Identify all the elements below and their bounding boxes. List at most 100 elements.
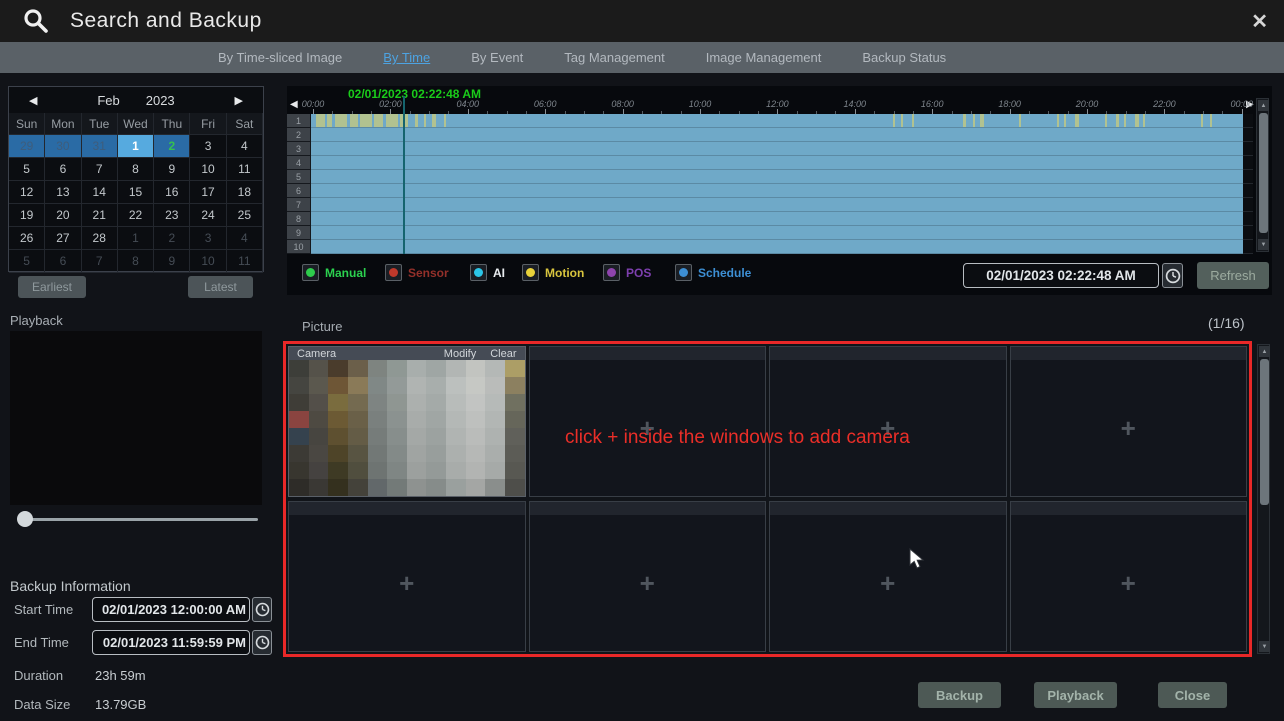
refresh-button[interactable]: Refresh — [1197, 262, 1269, 289]
scroll-up-icon[interactable]: ▲ — [1258, 100, 1269, 111]
scroll-down-icon[interactable]: ▼ — [1259, 641, 1270, 652]
camera-window-body[interactable]: + — [770, 515, 1006, 651]
legend-pos[interactable]: POS — [603, 264, 651, 281]
add-camera-plus-icon[interactable]: + — [399, 570, 414, 596]
calendar-date-11[interactable]: 11 — [227, 250, 263, 273]
channel-track-8[interactable] — [311, 212, 1243, 226]
calendar-date-19[interactable]: 19 — [9, 204, 45, 227]
timeline-scrollbar-thumb[interactable] — [1259, 113, 1268, 233]
channel-track-3[interactable] — [311, 142, 1243, 156]
calendar-date-31[interactable]: 31 — [82, 135, 118, 158]
calendar-date-9[interactable]: 9 — [154, 158, 190, 181]
calendar-date-3[interactable]: 3 — [190, 227, 226, 250]
legend-motion[interactable]: Motion — [522, 264, 584, 281]
calendar-date-4[interactable]: 4 — [227, 135, 263, 158]
channel-track-7[interactable] — [311, 198, 1243, 212]
calendar-date-28[interactable]: 28 — [82, 227, 118, 250]
clear-link[interactable]: Clear — [490, 348, 516, 360]
tab-by-time-sliced-image[interactable]: By Time-sliced Image — [218, 50, 342, 65]
legend-sensor[interactable]: Sensor — [385, 264, 449, 281]
end-time-input[interactable]: 02/01/2023 11:59:59 PM — [92, 630, 250, 655]
tab-backup-status[interactable]: Backup Status — [862, 50, 946, 65]
calendar-date-2[interactable]: 2 — [154, 135, 190, 158]
camera-window-7[interactable]: + — [769, 501, 1007, 652]
camera-window-body[interactable] — [289, 360, 525, 496]
camera-window-6[interactable]: + — [529, 501, 767, 652]
calendar-next-icon[interactable]: ▶ — [235, 94, 243, 107]
legend-schedule[interactable]: Schedule — [675, 264, 751, 281]
camera-window-body[interactable]: + — [1011, 360, 1247, 496]
camera-window-body[interactable]: + — [530, 515, 766, 651]
legend-manual[interactable]: Manual — [302, 264, 366, 281]
channel-track-4[interactable] — [311, 156, 1243, 170]
calendar-date-22[interactable]: 22 — [118, 204, 154, 227]
camera-window-body[interactable]: + — [1011, 515, 1247, 651]
calendar-date-12[interactable]: 12 — [9, 181, 45, 204]
calendar-date-16[interactable]: 16 — [154, 181, 190, 204]
close-icon[interactable]: ✕ — [1251, 9, 1268, 34]
channel-track-9[interactable] — [311, 226, 1243, 240]
start-time-clock-icon[interactable] — [252, 597, 272, 622]
search-datetime-clock-icon[interactable] — [1162, 263, 1183, 288]
tab-by-time[interactable]: By Time — [383, 50, 430, 65]
calendar-prev-icon[interactable]: ◀ — [29, 94, 37, 107]
camera-window-5[interactable]: + — [288, 501, 526, 652]
tab-tag-management[interactable]: Tag Management — [564, 50, 664, 65]
calendar-date-24[interactable]: 24 — [190, 204, 226, 227]
playback-slider-thumb[interactable] — [17, 511, 33, 527]
calendar-date-30[interactable]: 30 — [45, 135, 81, 158]
calendar-date-6[interactable]: 6 — [45, 158, 81, 181]
calendar-date-11[interactable]: 11 — [227, 158, 263, 181]
backup-button[interactable]: Backup — [918, 682, 1001, 708]
camera-window-1[interactable]: CameraModifyClear — [288, 346, 526, 497]
playback-slider-track[interactable] — [22, 518, 258, 521]
calendar-date-14[interactable]: 14 — [82, 181, 118, 204]
start-time-input[interactable]: 02/01/2023 12:00:00 AM — [92, 597, 250, 622]
calendar-date-18[interactable]: 18 — [227, 181, 263, 204]
calendar-date-1[interactable]: 1 — [118, 135, 154, 158]
calendar-date-26[interactable]: 26 — [9, 227, 45, 250]
calendar-date-8[interactable]: 8 — [118, 250, 154, 273]
calendar-date-4[interactable]: 4 — [227, 227, 263, 250]
playback-button[interactable]: Playback — [1034, 682, 1117, 708]
calendar-date-15[interactable]: 15 — [118, 181, 154, 204]
add-camera-plus-icon[interactable]: + — [1121, 415, 1136, 441]
channel-track-5[interactable] — [311, 170, 1243, 184]
calendar-date-7[interactable]: 7 — [82, 158, 118, 181]
calendar-date-21[interactable]: 21 — [82, 204, 118, 227]
calendar-date-3[interactable]: 3 — [190, 135, 226, 158]
calendar-date-10[interactable]: 10 — [190, 158, 226, 181]
channel-track-6[interactable] — [311, 184, 1243, 198]
calendar-date-29[interactable]: 29 — [9, 135, 45, 158]
latest-button[interactable]: Latest — [188, 276, 253, 298]
camera-window-4[interactable]: + — [1010, 346, 1248, 497]
calendar-date-23[interactable]: 23 — [154, 204, 190, 227]
calendar-date-5[interactable]: 5 — [9, 250, 45, 273]
scroll-up-icon[interactable]: ▲ — [1259, 346, 1270, 357]
end-time-clock-icon[interactable] — [252, 630, 272, 655]
earliest-button[interactable]: Earliest — [18, 276, 86, 298]
calendar-date-2[interactable]: 2 — [154, 227, 190, 250]
timeline-scroll-left-icon[interactable]: ◀ — [290, 99, 298, 110]
close-button[interactable]: Close — [1158, 682, 1227, 708]
calendar-date-9[interactable]: 9 — [154, 250, 190, 273]
tab-by-event[interactable]: By Event — [471, 50, 523, 65]
calendar-date-17[interactable]: 17 — [190, 181, 226, 204]
scroll-down-icon[interactable]: ▼ — [1258, 239, 1269, 250]
add-camera-plus-icon[interactable]: + — [640, 570, 655, 596]
channel-track-2[interactable] — [311, 128, 1243, 142]
calendar-date-5[interactable]: 5 — [9, 158, 45, 181]
timeline-playhead[interactable] — [403, 96, 405, 254]
calendar-date-1[interactable]: 1 — [118, 227, 154, 250]
channel-track-10[interactable] — [311, 240, 1243, 254]
calendar-date-25[interactable]: 25 — [227, 204, 263, 227]
calendar-date-7[interactable]: 7 — [82, 250, 118, 273]
picture-grid-scrollbar-thumb[interactable] — [1260, 359, 1269, 505]
legend-ai[interactable]: AI — [470, 264, 505, 281]
picture-grid-scrollbar[interactable]: ▲ ▼ — [1257, 344, 1270, 654]
timeline-scrollbar[interactable]: ▲ ▼ — [1256, 98, 1269, 252]
camera-window-2[interactable]: + — [529, 346, 767, 497]
tab-image-management[interactable]: Image Management — [706, 50, 822, 65]
channel-track-1[interactable] — [311, 114, 1243, 128]
add-camera-plus-icon[interactable]: + — [1121, 570, 1136, 596]
